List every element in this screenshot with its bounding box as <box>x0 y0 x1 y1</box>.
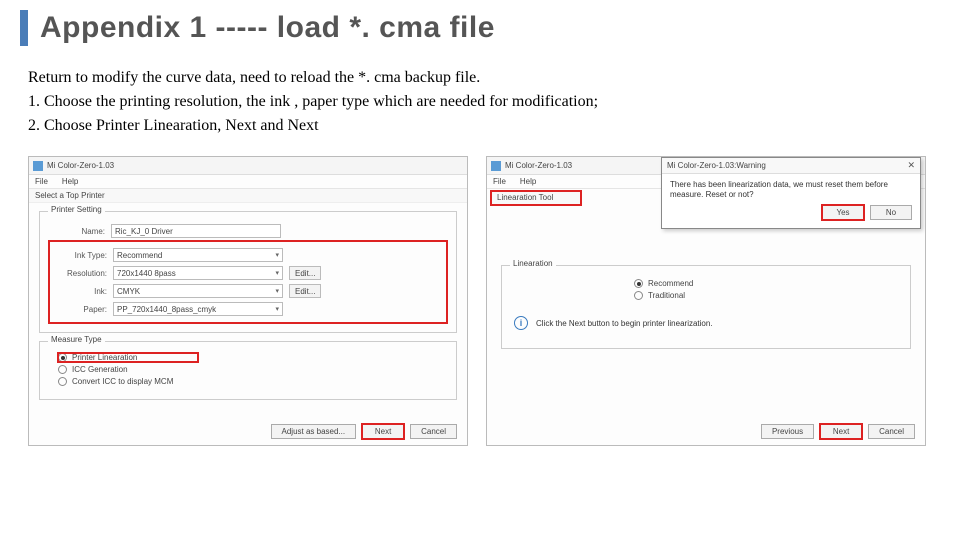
menu-bar: File Help <box>29 175 467 189</box>
chevron-down-icon: ▾ <box>275 287 279 295</box>
radio-icon <box>634 291 643 300</box>
row-paper: Paper: PP_720x1440_8pass_cmyk ▾ <box>52 302 444 316</box>
screenshot-printer-settings: Mi Color-Zero-1.03 File Help Select a To… <box>28 156 468 446</box>
radio-traditional[interactable]: Traditional <box>634 291 898 300</box>
cancel-button[interactable]: Cancel <box>868 424 915 439</box>
radio-convert-icc[interactable]: Convert ICC to display MCM <box>58 377 446 386</box>
screenshot-linearation-tool: Mi Color-Zero-1.03 File Help Linearation… <box>486 156 926 446</box>
input-name[interactable]: Ric_KJ_0 Driver <box>111 224 281 238</box>
chevron-down-icon: ▾ <box>275 251 279 259</box>
title-accent-bar <box>20 10 28 46</box>
radio-icc-generation[interactable]: ICC Generation <box>58 365 446 374</box>
group-label-linearation: Linearation <box>510 259 556 268</box>
no-button[interactable]: No <box>870 205 912 220</box>
label-paper: Paper: <box>52 305 107 314</box>
intro-line: Return to modify the curve data, need to… <box>28 66 932 90</box>
label-name: Name: <box>50 227 105 236</box>
info-text: Click the Next button to begin printer l… <box>536 319 713 328</box>
menu-file[interactable]: File <box>493 177 506 186</box>
group-label-measure: Measure Type <box>48 335 105 344</box>
dialog-title: Mi Color-Zero-1.03:Warning <box>667 161 766 170</box>
group-linearation: Linearation Recommend Traditional i Clic… <box>501 265 911 349</box>
adjust-button[interactable]: Adjust as based... <box>271 424 357 439</box>
highlighted-settings-block: Ink Type: Recommend ▾ Resolution: 720x14… <box>48 240 448 324</box>
radio-label-linearation: Printer Linearation <box>72 353 137 362</box>
cancel-button[interactable]: Cancel <box>410 424 457 439</box>
slide-body: Return to modify the curve data, need to… <box>28 66 932 138</box>
warning-dialog: Mi Color-Zero-1.03:Warning ✕ There has b… <box>661 157 921 229</box>
select-resolution[interactable]: 720x1440 8pass ▾ <box>113 266 283 280</box>
input-name-value: Ric_KJ_0 Driver <box>115 227 173 236</box>
footer-buttons: Previous Next Cancel <box>761 424 915 439</box>
radio-label-icc: ICC Generation <box>72 365 128 374</box>
select-resolution-value: 720x1440 8pass <box>117 269 176 278</box>
radio-recommend[interactable]: Recommend <box>634 279 898 288</box>
label-inktype: Ink Type: <box>52 251 107 260</box>
select-inktype[interactable]: Recommend ▾ <box>113 248 283 262</box>
step-2: 2. Choose Printer Linearation, Next and … <box>28 114 932 138</box>
radio-label-recommend: Recommend <box>648 279 693 288</box>
info-icon: i <box>514 316 528 330</box>
window-title: Mi Color-Zero-1.03 <box>505 161 572 170</box>
group-measure-type: Measure Type Printer Linearation ICC Gen… <box>39 341 457 400</box>
row-name: Name: Ric_KJ_0 Driver <box>50 224 446 238</box>
select-inktype-value: Recommend <box>117 251 162 260</box>
radio-label-convert: Convert ICC to display MCM <box>72 377 173 386</box>
dialog-message: There has been linearization data, we mu… <box>662 174 920 205</box>
edit-resolution-button[interactable]: Edit... <box>289 266 321 280</box>
row-ink: Ink: CMYK ▾ Edit... <box>52 284 444 298</box>
label-ink: Ink: <box>52 287 107 296</box>
app-icon <box>491 161 501 171</box>
menu-help[interactable]: Help <box>520 177 536 186</box>
group-printer-setting: Printer Setting Name: Ric_KJ_0 Driver In… <box>39 211 457 333</box>
section-heading: Linearation Tool <box>491 191 581 205</box>
chevron-down-icon: ▾ <box>275 269 279 277</box>
row-inktype: Ink Type: Recommend ▾ <box>52 248 444 262</box>
info-row: i Click the Next button to begin printer… <box>514 316 898 330</box>
radio-printer-linearation[interactable]: Printer Linearation <box>58 353 198 362</box>
window-title: Mi Color-Zero-1.03 <box>47 161 114 170</box>
footer-buttons: Adjust as based... Next Cancel <box>271 424 458 439</box>
slide-title-row: Appendix 1 ----- load *. cma file <box>20 10 932 46</box>
app-icon <box>33 161 43 171</box>
slide-title: Appendix 1 ----- load *. cma file <box>40 11 495 45</box>
select-ink[interactable]: CMYK ▾ <box>113 284 283 298</box>
radio-icon <box>58 353 67 362</box>
next-button[interactable]: Next <box>362 424 404 439</box>
dialog-buttons: Yes No <box>662 205 920 222</box>
previous-button[interactable]: Previous <box>761 424 814 439</box>
row-resolution: Resolution: 720x1440 8pass ▾ Edit... <box>52 266 444 280</box>
select-paper[interactable]: PP_720x1440_8pass_cmyk ▾ <box>113 302 283 316</box>
radio-icon <box>634 279 643 288</box>
radio-icon <box>58 365 67 374</box>
edit-ink-button[interactable]: Edit... <box>289 284 321 298</box>
menu-help[interactable]: Help <box>62 177 78 186</box>
radio-label-traditional: Traditional <box>648 291 685 300</box>
label-resolution: Resolution: <box>52 269 107 278</box>
chevron-down-icon: ▾ <box>275 305 279 313</box>
close-icon[interactable]: ✕ <box>907 160 915 171</box>
group-label-printer: Printer Setting <box>48 205 105 214</box>
yes-button[interactable]: Yes <box>822 205 864 220</box>
step-1: 1. Choose the printing resolution, the i… <box>28 90 932 114</box>
select-ink-value: CMYK <box>117 287 140 296</box>
screenshots-row: Mi Color-Zero-1.03 File Help Select a To… <box>28 156 932 446</box>
select-paper-value: PP_720x1440_8pass_cmyk <box>117 305 216 314</box>
section-heading: Select a Top Printer <box>29 189 467 203</box>
menu-file[interactable]: File <box>35 177 48 186</box>
dialog-titlebar: Mi Color-Zero-1.03:Warning ✕ <box>662 158 920 174</box>
next-button[interactable]: Next <box>820 424 862 439</box>
radio-icon <box>58 377 67 386</box>
window-titlebar: Mi Color-Zero-1.03 <box>29 157 467 175</box>
